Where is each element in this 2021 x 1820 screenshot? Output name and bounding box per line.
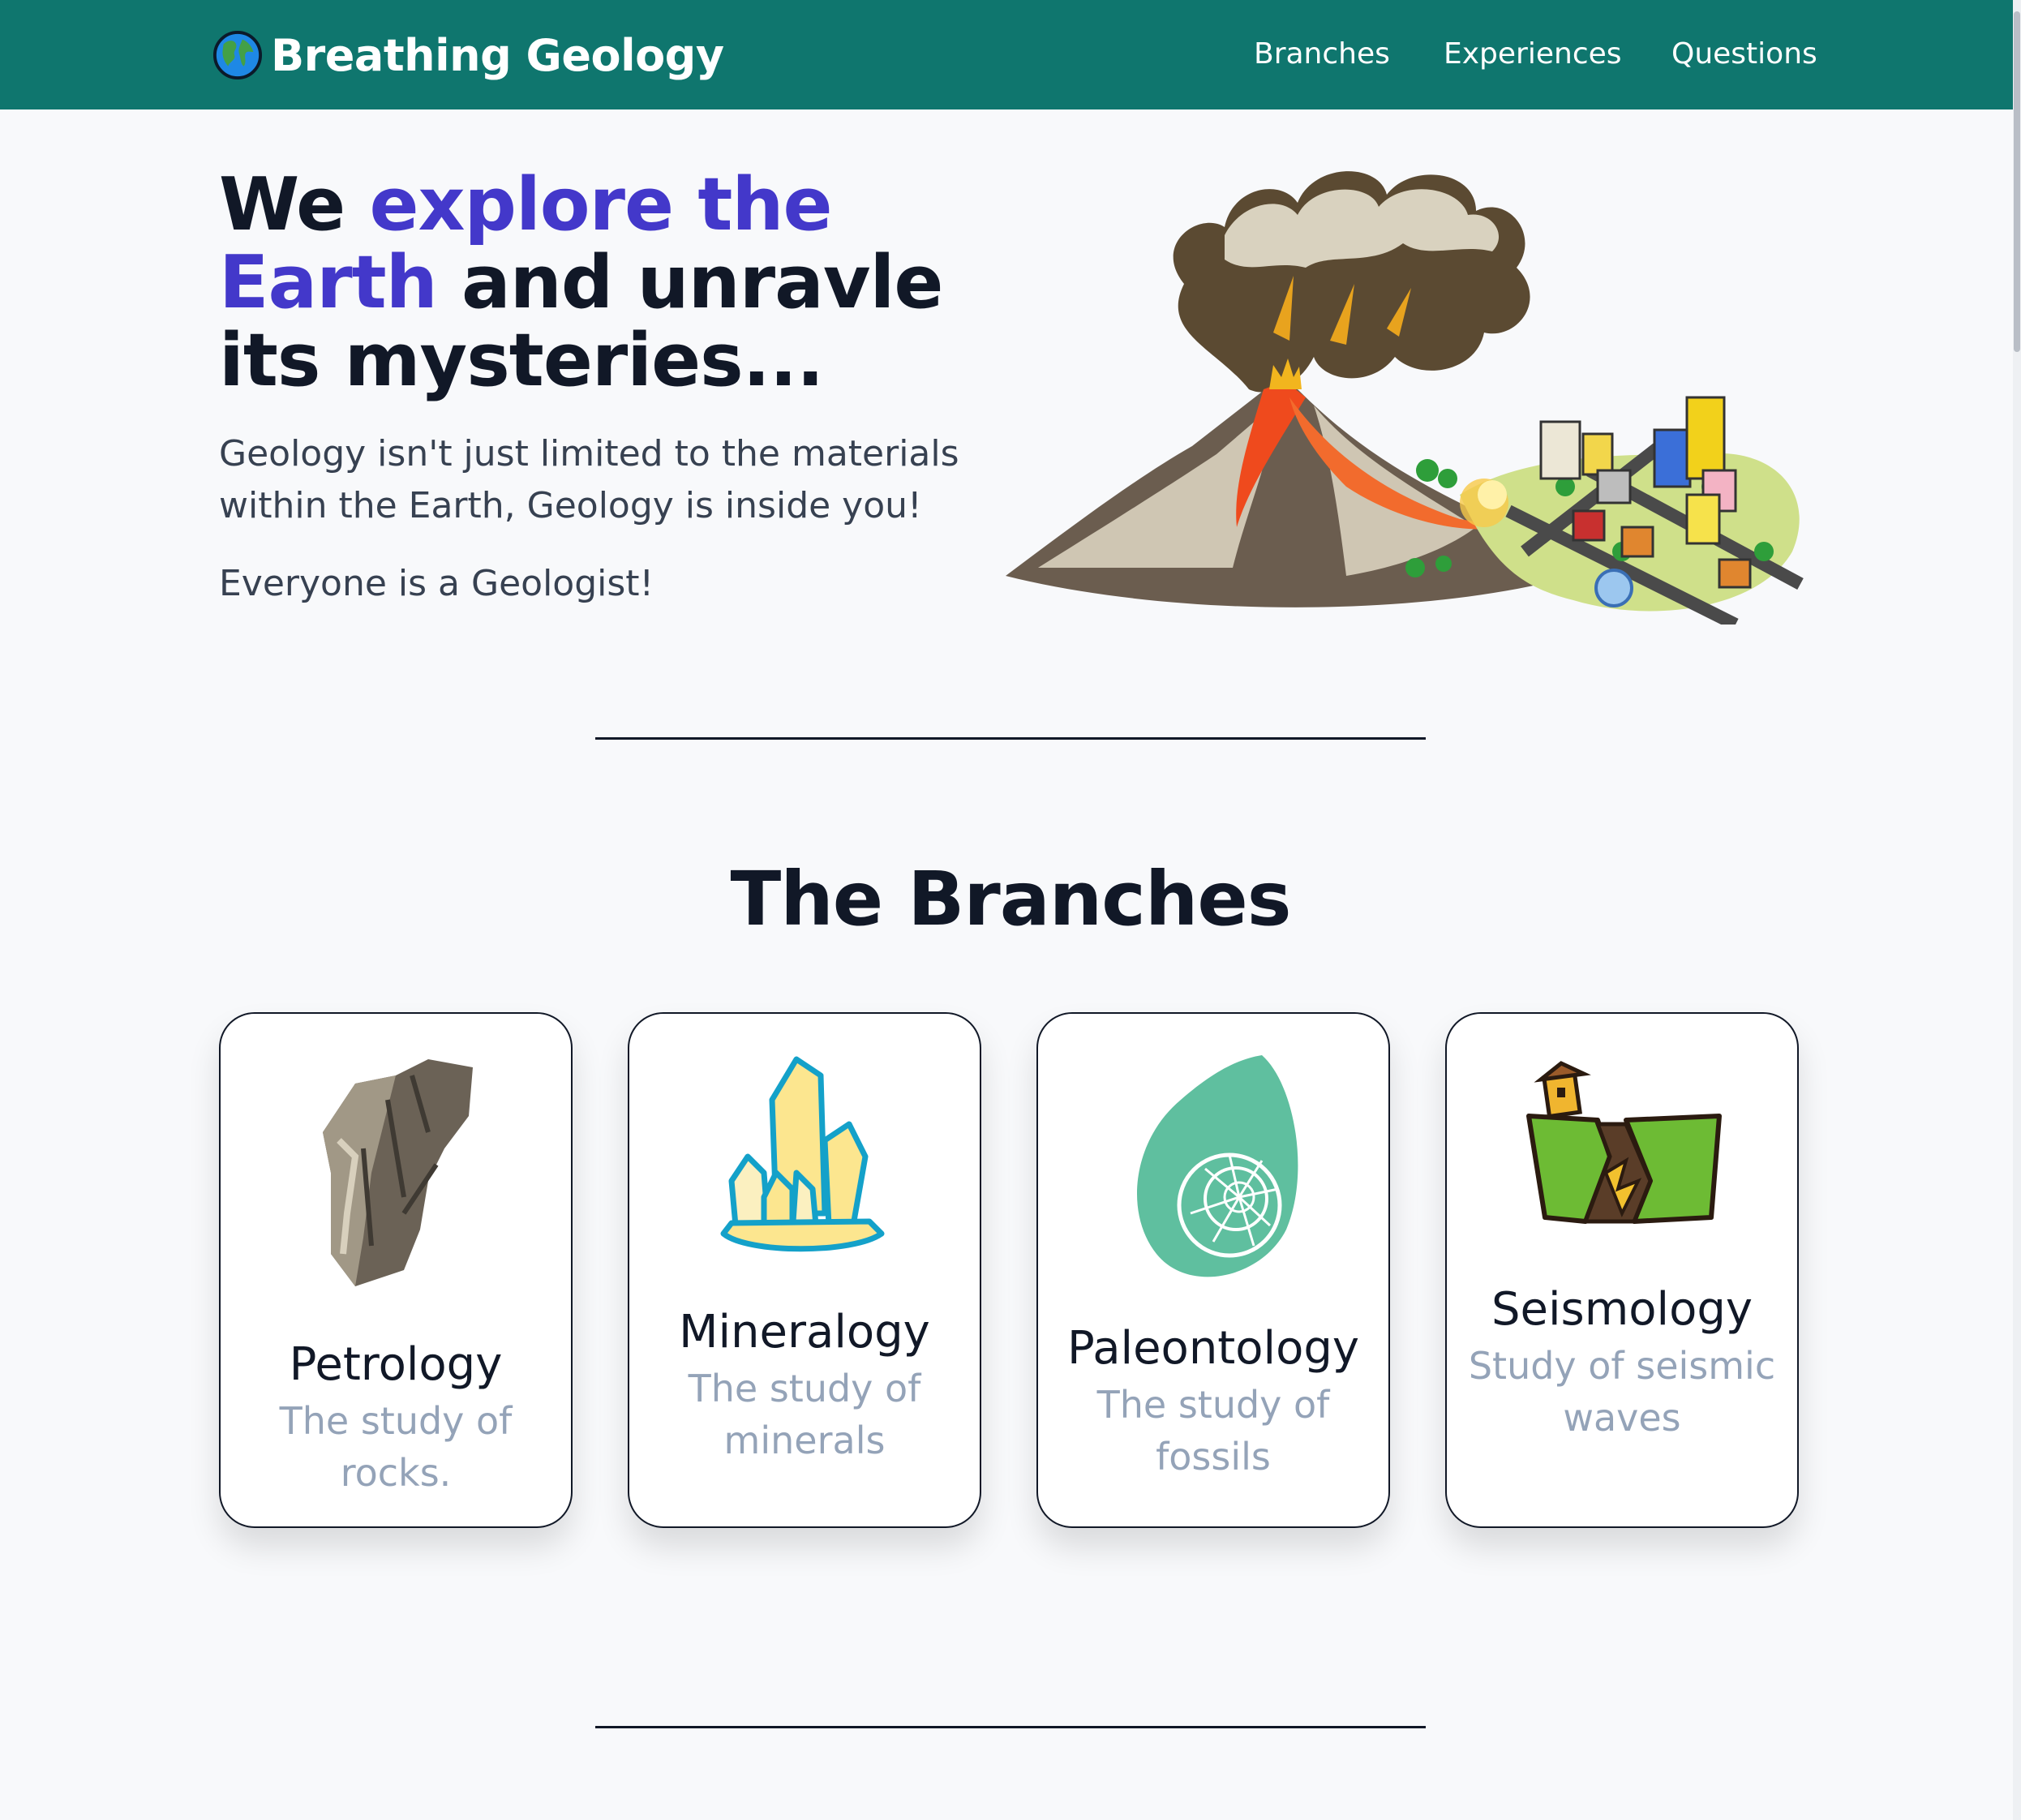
branch-name: Petrology <box>289 1338 503 1391</box>
ammonite-fossil-icon <box>1137 1055 1298 1277</box>
branches-title: The Branches <box>730 856 1292 942</box>
branch-name: Paleontology <box>1066 1322 1360 1375</box>
hero-paragraph: Geology isn't just limited to the materi… <box>219 433 959 526</box>
branch-card-petrology[interactable]: Petrology The study of rocks. <box>219 1012 573 1528</box>
hero-title-part-1: We <box>219 162 370 247</box>
navbar: Breathing Geology Branches Experiences Q… <box>0 0 2021 109</box>
branch-name: Seismology <box>1491 1283 1753 1336</box>
globe-icon <box>212 30 263 80</box>
branch-description: Study of seismic waves <box>1468 1344 1776 1440</box>
branch-card-seismology[interactable]: Seismology Study of seismic waves <box>1445 1012 1799 1528</box>
branch-card-paleontology[interactable]: Paleontology The study of fossils <box>1036 1012 1390 1528</box>
branch-card-mineralogy[interactable]: Mineralogy The study of minerals <box>628 1012 981 1528</box>
branch-description: The study of minerals <box>688 1367 921 1462</box>
hero-tagline: Everyone is a Geologist! <box>219 563 654 604</box>
crystal-icon <box>720 1056 885 1252</box>
hero-title-accent-2: Earth <box>219 240 438 325</box>
branch-name: Mineralogy <box>679 1306 930 1359</box>
branch-description: The study of rocks. <box>279 1399 513 1495</box>
rock-icon <box>323 1059 473 1286</box>
nav-link-questions[interactable]: Questions <box>1671 37 1817 71</box>
section-divider <box>595 1726 1426 1728</box>
volcano-city-illustration <box>1006 171 1804 625</box>
scrollbar-thumb[interactable] <box>2014 11 2020 352</box>
earthquake-icon <box>1526 1061 1722 1224</box>
ash-cloud <box>1173 171 1530 393</box>
hero-title: We explore the Earth and unravle its myst… <box>219 166 965 400</box>
nav-link-experiences[interactable]: Experiences <box>1444 37 1622 71</box>
section-divider <box>595 737 1426 740</box>
nav-link-branches[interactable]: Branches <box>1254 37 1390 71</box>
branch-description: The study of fossils <box>1096 1383 1330 1479</box>
hero-title-accent-1: explore the <box>369 162 832 247</box>
brand-name: Breathing Geology <box>271 29 724 81</box>
page-scrollbar[interactable] <box>2013 0 2021 1820</box>
brand-link[interactable]: Breathing Geology <box>212 29 724 81</box>
